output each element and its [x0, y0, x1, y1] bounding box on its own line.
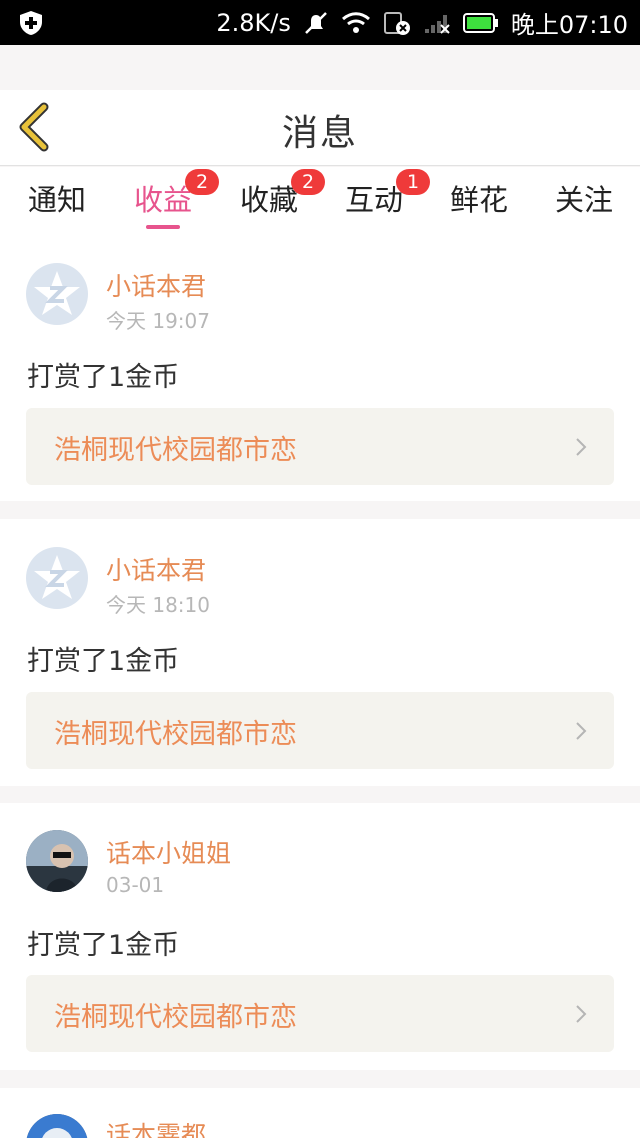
- page-title: 消息: [281, 113, 358, 154]
- message-time: 今天 18:10: [106, 593, 210, 617]
- default-z-star-icon[interactable]: [26, 547, 88, 609]
- message-text: 打赏了1金币: [27, 362, 180, 393]
- tab-bar: 通知 收益 2 收藏 2 互动 1 鲜花 关注: [0, 167, 640, 233]
- book-title: 浩桐现代校园都市恋: [54, 1002, 297, 1033]
- book-link[interactable]: 浩桐现代校园都市恋: [26, 408, 614, 485]
- message-card: 小话本君 今天 19:07 打赏了1金币 浩桐现代校园都市恋: [0, 233, 640, 501]
- user-avatar[interactable]: [26, 830, 88, 892]
- unread-badge: 1: [396, 169, 430, 195]
- message-text: 打赏了1金币: [27, 646, 180, 677]
- tab-interaction[interactable]: 互动 1: [341, 169, 430, 233]
- chevron-right-icon: [576, 1005, 587, 1023]
- tab-notice[interactable]: 通知: [24, 177, 90, 233]
- sender-name[interactable]: 话本小姐姐: [106, 834, 231, 870]
- sim-card-icon: [383, 11, 410, 35]
- message-text: 打赏了1金币: [27, 930, 180, 961]
- message-time: 03-01: [106, 873, 165, 897]
- sender-name[interactable]: 话本霎都: [106, 1116, 206, 1138]
- signal-icon: [424, 14, 450, 34]
- tab-label: 互动: [344, 183, 403, 217]
- tab-label: 收藏: [239, 183, 298, 217]
- network-speed: 2.8K/s: [216, 8, 291, 37]
- tab-favorites[interactable]: 收藏 2: [236, 169, 325, 233]
- mute-bell-icon: [304, 11, 327, 34]
- chevron-right-icon: [576, 722, 587, 740]
- tab-label: 鲜花: [449, 183, 508, 217]
- tab-earnings[interactable]: 收益 2: [130, 169, 219, 233]
- status-bar: 2.8K/s 晚上07:10: [0, 0, 640, 45]
- unread-badge: 2: [291, 169, 325, 195]
- nav-bar: 消息: [0, 90, 640, 166]
- message-card: 话本小姐姐 03-01 打赏了1金币 浩桐现代校园都市恋: [0, 803, 640, 1070]
- chevron-right-icon: [576, 438, 587, 456]
- top-spacer: [0, 45, 640, 90]
- user-avatar[interactable]: [26, 1114, 88, 1138]
- book-title: 浩桐现代校园都市恋: [54, 435, 297, 466]
- tab-label: 通知: [27, 183, 86, 217]
- wifi-icon: [341, 11, 370, 33]
- sender-name[interactable]: 小话本君: [106, 551, 206, 587]
- book-link[interactable]: 浩桐现代校园都市恋: [26, 692, 614, 769]
- default-z-star-icon[interactable]: [26, 263, 88, 325]
- tab-follow[interactable]: 关注: [551, 177, 617, 233]
- sender-name[interactable]: 小话本君: [106, 267, 206, 303]
- active-tab-indicator: [146, 225, 180, 229]
- message-card: 话本霎都: [0, 1088, 640, 1138]
- unread-badge: 2: [185, 169, 219, 195]
- tab-label: 关注: [554, 183, 613, 217]
- message-time: 今天 19:07: [106, 309, 210, 333]
- shield-plus-icon: [20, 11, 42, 35]
- tab-flowers[interactable]: 鲜花: [446, 177, 512, 233]
- clock: 晚上07:10: [510, 11, 628, 39]
- battery-icon: [462, 12, 498, 33]
- book-link[interactable]: 浩桐现代校园都市恋: [26, 975, 614, 1052]
- message-card: 小话本君 今天 18:10 打赏了1金币 浩桐现代校园都市恋: [0, 519, 640, 786]
- book-title: 浩桐现代校园都市恋: [54, 719, 297, 750]
- tab-label: 收益: [133, 183, 192, 217]
